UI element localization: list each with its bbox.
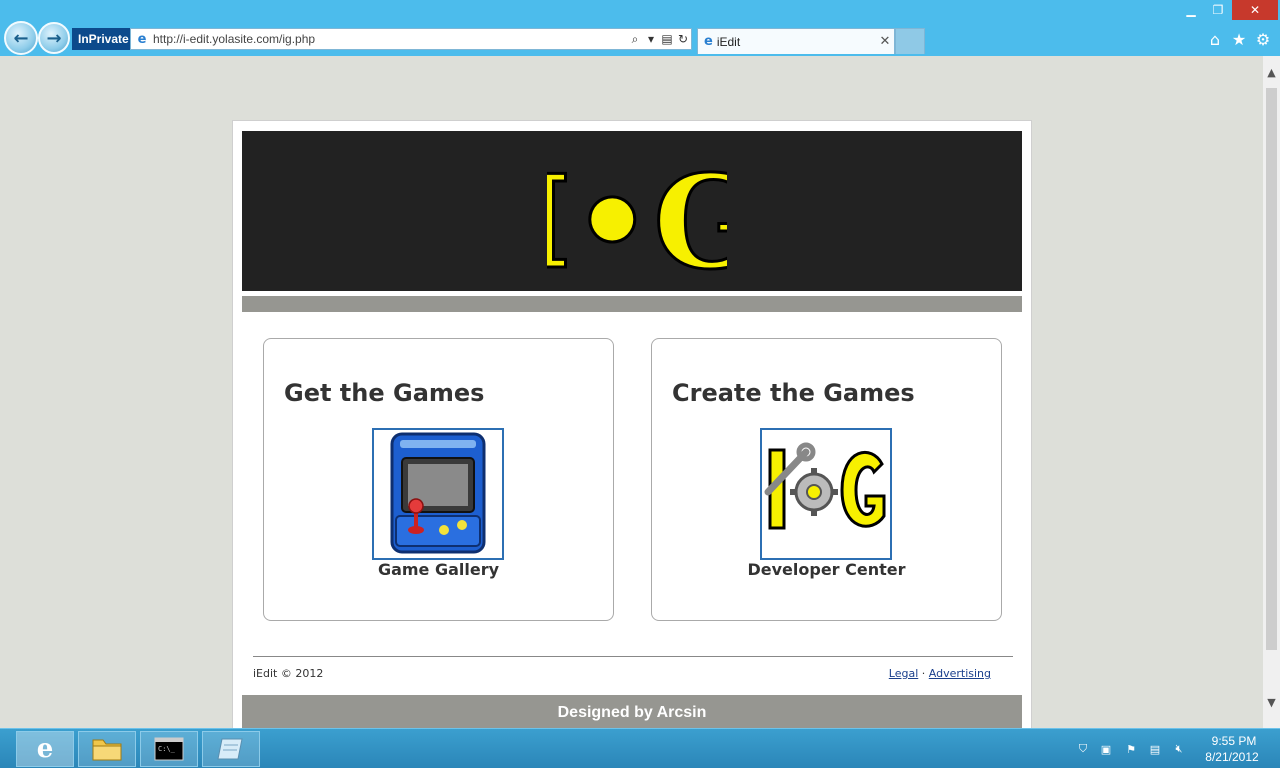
browser-chrome: ▁ ❐ ✕ ← → InPrivate e http://i-edit.yola…	[0, 0, 1280, 56]
game-gallery-link[interactable]: Game Gallery	[264, 560, 613, 579]
footer-copyright: iEdit © 2012	[253, 667, 324, 680]
legal-link[interactable]: Legal	[889, 667, 918, 680]
folder-icon	[92, 739, 122, 761]
scroll-up-arrow-icon[interactable]: ▲	[1263, 66, 1280, 79]
logo-text: I•G	[547, 148, 727, 283]
network-icon[interactable]: ▤	[1146, 741, 1164, 757]
ig-logo[interactable]: I•G	[547, 139, 727, 284]
scroll-thumb[interactable]	[1266, 88, 1277, 650]
footer-separator: ·	[921, 667, 926, 680]
inprivate-badge: InPrivate	[72, 28, 135, 50]
footer-divider	[253, 656, 1013, 657]
game-gallery-thumbnail[interactable]	[372, 428, 504, 560]
designed-by-text: Designed by Arcsin	[557, 704, 707, 721]
site-page: I•G Get the Games	[232, 120, 1032, 728]
ie-icon: e	[36, 734, 54, 764]
taskbar-notepad-button[interactable]	[202, 731, 260, 767]
svg-text:C:\_: C:\_	[158, 745, 176, 753]
get-games-card: Get the Games Game Gallery	[263, 338, 614, 621]
notepad-icon	[217, 738, 243, 760]
new-tab-button[interactable]	[895, 28, 925, 54]
forward-arrow-icon: →	[46, 27, 62, 49]
cmd-icon: C:\_	[154, 737, 184, 761]
developer-center-link[interactable]: Developer Center	[652, 560, 1001, 579]
star-icon[interactable]: ★	[1228, 28, 1250, 50]
banner-strip	[242, 296, 1022, 312]
vertical-scrollbar[interactable]: ▲ ▼	[1263, 56, 1280, 728]
page-viewport: I•G Get the Games	[0, 56, 1263, 728]
footer-links: Legal · Advertising	[889, 667, 991, 680]
arcade-cabinet-icon	[390, 432, 486, 554]
minimize-button[interactable]: ▁	[1178, 0, 1204, 20]
gear-icon[interactable]: ⚙	[1252, 28, 1274, 50]
home-icon[interactable]: ⌂	[1204, 28, 1226, 50]
taskbar-explorer-button[interactable]	[78, 731, 136, 767]
clock-date[interactable]: 8/21/2012	[1197, 750, 1267, 764]
ig-dev-logo-icon	[764, 442, 886, 530]
maximize-button[interactable]: ❐	[1205, 0, 1231, 20]
scroll-down-arrow-icon[interactable]: ▼	[1263, 696, 1280, 709]
developer-center-thumbnail[interactable]	[760, 428, 892, 560]
close-tab-icon[interactable]: ✕	[876, 34, 894, 49]
tab-iedit[interactable]: e iEdit ✕	[697, 28, 895, 54]
search-icon[interactable]: ⌕	[627, 32, 643, 47]
tab-title: iEdit	[716, 34, 741, 49]
designed-by-bar: Designed by Arcsin	[242, 695, 1022, 728]
dropdown-icon[interactable]: ▾	[643, 32, 659, 46]
back-arrow-icon: ←	[13, 27, 29, 49]
vm-icon[interactable]: ▣	[1097, 741, 1115, 757]
taskbar: e C:\_ ⛉ ▣ ⚑ ▤ 🔇︎ 9:55 PM 8/21/2012	[0, 728, 1280, 768]
compatibility-icon[interactable]: ▤	[659, 32, 675, 46]
action-center-icon[interactable]: ⛉	[1074, 741, 1092, 757]
ie-icon: e	[137, 31, 147, 47]
taskbar-cmd-button[interactable]: C:\_	[140, 731, 198, 767]
close-window-button[interactable]: ✕	[1232, 0, 1278, 20]
back-button[interactable]: ←	[4, 21, 38, 55]
refresh-icon[interactable]: ↻	[675, 32, 691, 46]
ie-icon: e	[704, 34, 713, 49]
card-title: Get the Games	[284, 379, 485, 407]
create-games-card: Create the Games Developer Center	[651, 338, 1002, 621]
address-bar[interactable]: e http://i-edit.yolasite.com/ig.php ⌕ ▾ …	[130, 28, 692, 50]
site-banner: I•G	[242, 131, 1022, 291]
flag-icon[interactable]: ⚑	[1122, 741, 1140, 757]
taskbar-ie-button[interactable]: e	[16, 731, 74, 767]
volume-muted-icon[interactable]: 🔇︎	[1170, 741, 1188, 757]
card-title: Create the Games	[672, 379, 915, 407]
address-url[interactable]: http://i-edit.yolasite.com/ig.php	[153, 32, 627, 46]
advertising-link[interactable]: Advertising	[929, 667, 991, 680]
forward-button[interactable]: →	[38, 22, 70, 54]
clock-time[interactable]: 9:55 PM	[1203, 734, 1265, 748]
